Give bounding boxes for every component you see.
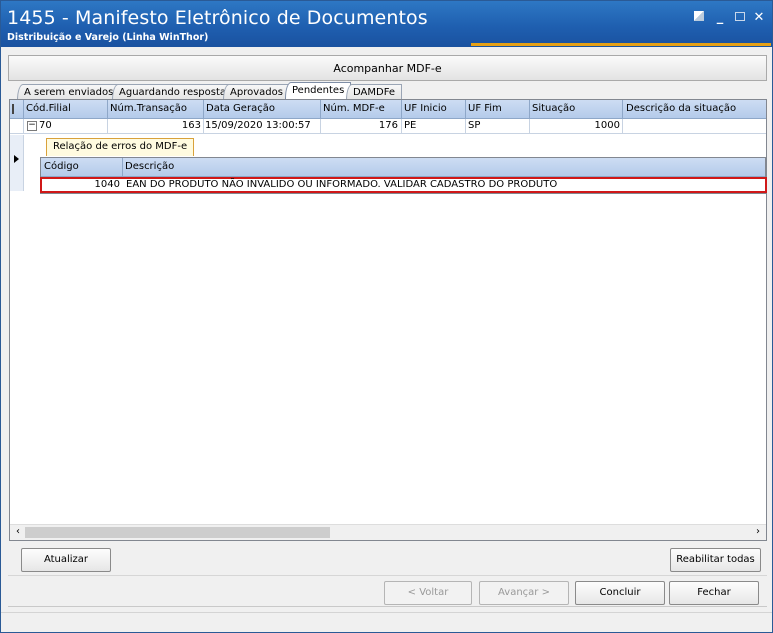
scroll-left-icon[interactable]: ‹ (12, 526, 24, 537)
tab-aguardando-resposta[interactable]: Aguardando resposta (112, 84, 234, 100)
accent-line (471, 43, 771, 46)
current-row-arrow-icon (14, 155, 19, 163)
status-bar (1, 612, 772, 632)
cell-uf-fim: SP (468, 120, 481, 131)
title-bar: 1455 - Manifesto Eletrônico de Documento… (1, 1, 772, 47)
col-num-mdfe[interactable]: Núm. MDF-e (323, 103, 385, 114)
avancar-button[interactable]: Avançar > (479, 581, 569, 605)
minimize-icon[interactable]: _ (712, 11, 728, 24)
scroll-right-icon[interactable]: › (752, 526, 764, 537)
errors-grid[interactable]: Código Descrição 1040 EAN DO PRODUTO NÃO… (40, 157, 767, 194)
tab-pendentes[interactable]: Pendentes (285, 82, 352, 100)
col-cod-filial[interactable]: Cód.Filial (26, 103, 71, 114)
main-window: 1455 - Manifesto Eletrônico de Documento… (0, 0, 773, 633)
cell-num-mdfe: 176 (378, 120, 398, 131)
row-selector[interactable] (10, 135, 24, 191)
col-descricao-situacao[interactable]: Descrição da situação (626, 103, 736, 114)
atualizar-button[interactable]: Atualizar (21, 548, 111, 572)
close-icon[interactable]: ✕ (751, 11, 767, 24)
scroll-thumb[interactable] (25, 527, 330, 538)
col-data-geracao[interactable]: Data Geração (206, 103, 275, 114)
column-chooser-icon[interactable] (12, 104, 19, 114)
cell-uf-inicio: PE (404, 120, 417, 131)
concluir-button[interactable]: Concluir (575, 581, 665, 605)
panel-title: Acompanhar MDF-e (333, 62, 442, 75)
tab-strip: A serem enviados Aguardando resposta Apr… (11, 81, 767, 100)
cell-descricao-erro: EAN DO PRODUTO NÃO INVALIDO OU INFORMADO… (126, 179, 558, 190)
restore-icon[interactable] (691, 11, 707, 24)
panel-header: Acompanhar MDF-e (8, 55, 767, 81)
divider (8, 575, 767, 576)
col-situacao[interactable]: Situação (532, 103, 575, 114)
reabilitar-todas-button[interactable]: Reabilitar todas (670, 548, 761, 572)
window-title: 1455 - Manifesto Eletrônico de Documento… (7, 7, 428, 29)
tab-a-serem-enviados[interactable]: A serem enviados (17, 84, 121, 100)
cell-codigo: 1040 (94, 179, 120, 190)
tab-aprovados[interactable]: Aprovados (223, 84, 290, 100)
mdfe-grid[interactable]: Cód.Filial Núm.Transação Data Geração Nú… (9, 99, 767, 541)
cell-transacao: 163 (181, 120, 201, 131)
window-subtitle: Distribuição e Varejo (Linha WinThor) (7, 32, 209, 43)
tab-damdfe[interactable]: DAMDFe (346, 84, 403, 100)
tab-relacao-erros[interactable]: Relação de erros do MDF-e (46, 138, 195, 156)
horizontal-scrollbar[interactable]: ‹ › (10, 524, 766, 540)
col-uf-fim[interactable]: UF Fim (468, 103, 502, 114)
cell-data-geracao: 15/09/2020 13:00:57 (205, 120, 311, 131)
grid-header: Cód.Filial Núm.Transação Data Geração Nú… (10, 100, 766, 119)
error-row[interactable]: 1040 EAN DO PRODUTO NÃO INVALIDO OU INFO… (40, 177, 767, 193)
col-uf-inicio[interactable]: UF Inicio (404, 103, 447, 114)
cell-filial: 70 (39, 120, 52, 131)
maximize-icon[interactable] (732, 11, 748, 24)
footer-divider (8, 606, 767, 607)
col-codigo[interactable]: Código (44, 161, 79, 172)
fechar-button[interactable]: Fechar (669, 581, 759, 605)
voltar-button[interactable]: < Voltar (384, 581, 472, 605)
col-descricao[interactable]: Descrição (125, 161, 174, 172)
col-num-transacao[interactable]: Núm.Transação (110, 103, 187, 114)
collapse-icon[interactable]: − (27, 121, 37, 131)
table-row[interactable]: − 70 163 15/09/2020 13:00:57 176 PE SP 1… (10, 119, 766, 134)
errors-grid-header: Código Descrição (41, 158, 765, 177)
cell-situacao: 1000 (594, 120, 620, 131)
